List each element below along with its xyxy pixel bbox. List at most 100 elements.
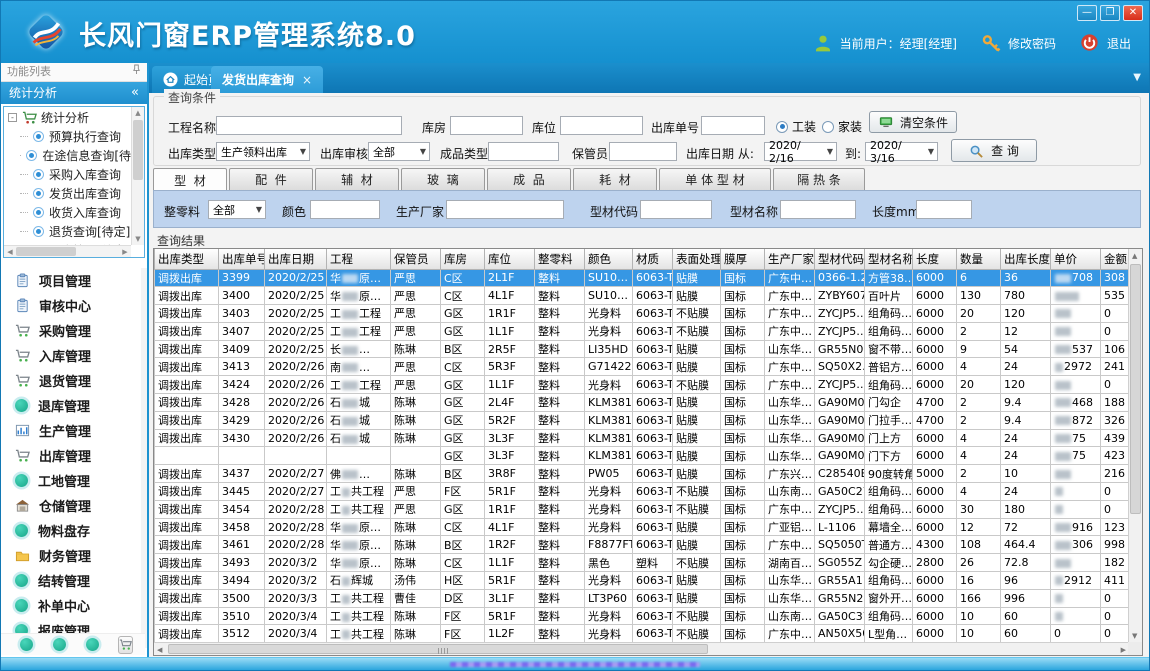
column-header[interactable]: 数量	[957, 249, 1001, 269]
sidebar-menu-item[interactable]: 退库管理	[1, 393, 145, 418]
sidebar-section-header[interactable]: 统计分析 «	[1, 82, 147, 104]
material-tab[interactable]: 玻 璃	[401, 168, 485, 190]
sidebar-menu-item[interactable]: 退货管理	[1, 368, 145, 393]
profile-code-input[interactable]	[640, 200, 712, 219]
warehouse-input[interactable]	[450, 116, 523, 135]
out-type-select[interactable]: 生产领料出库▼	[216, 142, 310, 161]
audit-select[interactable]: 全部▼	[368, 142, 430, 161]
material-tab[interactable]: 配 件	[229, 168, 313, 190]
column-header[interactable]: 出库类型	[155, 249, 219, 269]
keeper-input[interactable]	[609, 142, 677, 161]
tab-shipping-outbound-query[interactable]: 发货出库查询 ×	[211, 66, 323, 93]
table-row[interactable]: 调拨出库34582020/2/28华原…陈琳C区4L1F整料光身料6063-T5…	[155, 518, 1130, 536]
tab-overflow-icon[interactable]: ▼	[1133, 72, 1141, 83]
table-row[interactable]: 调拨出库34032020/2/25工工程严思G区1R1F整料光身料6063-T5…	[155, 305, 1130, 323]
column-header[interactable]: 颜色	[585, 249, 633, 269]
table-row[interactable]: 调拨出库34942020/3/2石辉城汤伟H区5R1F整料光身料6063-T5贴…	[155, 572, 1130, 590]
sidebar-menu-item[interactable]: 工地管理	[1, 468, 145, 493]
table-row[interactable]: 调拨出库34072020/2/25工工程严思G区1L1F整料光身料6063-T5…	[155, 322, 1130, 340]
material-tab[interactable]: 隔 热 条	[773, 168, 865, 190]
column-header[interactable]: 生产厂家	[765, 249, 815, 269]
location-input[interactable]	[560, 116, 643, 135]
cart-module-button[interactable]	[118, 636, 133, 654]
minimize-button[interactable]: —	[1077, 5, 1097, 21]
column-header[interactable]: 整零料	[535, 249, 585, 269]
column-header[interactable]: 金额	[1101, 249, 1130, 269]
vertical-scrollbar[interactable]: ▲ ▼	[1128, 249, 1142, 643]
tree-item[interactable]: 收货入库查询	[4, 203, 131, 222]
table-row[interactable]: 调拨出库34542020/2/28工共工程严思G区1R1F整料光身料6063-T…	[155, 500, 1130, 518]
table-row[interactable]: 调拨出库34282020/2/26石城陈琳G区2L4F整料KLM38176063…	[155, 394, 1130, 412]
column-header[interactable]: 型材代码	[815, 249, 865, 269]
column-header[interactable]: 单价	[1051, 249, 1101, 269]
project-name-input[interactable]	[216, 116, 402, 135]
column-header[interactable]: 型材名称	[865, 249, 913, 269]
profile-name-input[interactable]	[780, 200, 856, 219]
order-no-input[interactable]	[701, 116, 765, 135]
change-password-link[interactable]: 修改密码	[1008, 35, 1056, 52]
tab-close-icon[interactable]: ×	[302, 73, 312, 87]
tree-vertical-scrollbar[interactable]: ▲▼	[131, 107, 144, 245]
column-header[interactable]: 工程	[327, 249, 391, 269]
module-dot-icon[interactable]	[20, 638, 33, 651]
table-row[interactable]: 调拨出库34612020/2/28华原…陈琳B区1R2F整料F8877FT606…	[155, 536, 1130, 554]
date-from-picker[interactable]: 2020/ 2/16▼	[764, 142, 837, 161]
material-tab[interactable]: 耗 材	[573, 168, 657, 190]
collapse-icon[interactable]: «	[131, 82, 139, 104]
radio-gongzhuang[interactable]: 工装	[776, 118, 816, 135]
sidebar-menu-scrollbar[interactable]	[141, 268, 147, 648]
material-tab[interactable]: 型 材	[153, 168, 227, 191]
column-header[interactable]: 材质	[633, 249, 673, 269]
tree-horizontal-scrollbar[interactable]: ◀▶	[4, 245, 131, 257]
tree-item[interactable]: 在途信息查询[待	[4, 146, 131, 165]
table-row[interactable]: 调拨出库34302020/2/26石城陈琳G区3L3F整料KLM38176063…	[155, 429, 1130, 447]
module-dot-icon[interactable]	[53, 638, 66, 651]
table-row[interactable]: 调拨出库35102020/3/4工共工程陈琳F区5R1F整料光身料6063-T5…	[155, 607, 1130, 625]
sidebar-menu-item[interactable]: 出库管理	[1, 443, 145, 468]
material-tab[interactable]: 成 品	[487, 168, 571, 190]
sidebar-menu-item[interactable]: 补单中心	[1, 593, 145, 618]
table-row[interactable]: 调拨出库34932020/3/2华原…陈琳C区1L1F整料黑色塑料不贴膜国标湖南…	[155, 554, 1130, 572]
sidebar-menu-item[interactable]: 审核中心	[1, 293, 145, 318]
maximize-button[interactable]: ❐	[1100, 5, 1120, 21]
search-button[interactable]: 查 询	[951, 139, 1037, 162]
module-dot-icon[interactable]	[86, 638, 99, 651]
table-row[interactable]: 调拨出库34242020/2/26工工程严思G区1L1F整料光身料6063-T5…	[155, 376, 1130, 394]
tree-expand-icon[interactable]: -	[8, 113, 17, 122]
sidebar-menu-item[interactable]: 结转管理	[1, 568, 145, 593]
horizontal-scrollbar-thumb[interactable]	[168, 644, 708, 654]
radio-jiazhuang[interactable]: 家装	[822, 118, 862, 135]
tree-root-node[interactable]: - 统计分析	[4, 107, 131, 127]
tree-item[interactable]: 采购入库查询	[4, 165, 131, 184]
table-row[interactable]: 调拨出库34372020/2/27佛…陈琳B区3R8F整料PW056063-T5…	[155, 465, 1130, 483]
sidebar-menu-item[interactable]: 物料盘存	[1, 518, 145, 543]
table-row[interactable]: 调拨出库34132020/2/26南…严思C区5R3F整料G714226063-…	[155, 358, 1130, 376]
table-row[interactable]: 调拨出库34092020/2/25长…陈琳B区2R5F整料LI35HD6063-…	[155, 340, 1130, 358]
tree-item[interactable]: 预算执行查询	[4, 127, 131, 146]
column-header[interactable]: 表面处理	[673, 249, 721, 269]
tree-item[interactable]: 退货查询[待定]	[4, 222, 131, 241]
product-type-input[interactable]	[488, 142, 559, 161]
sidebar-menu-item[interactable]: 采购管理	[1, 318, 145, 343]
table-row[interactable]: 调拨出库34452020/2/27工共工程严思F区5R1F整料光身料6063-T…	[155, 483, 1130, 501]
tree-item[interactable]: 发货出库查询	[4, 184, 131, 203]
column-header[interactable]: 膜厚	[721, 249, 765, 269]
column-header[interactable]: 出库日期	[265, 249, 327, 269]
table-row[interactable]: 调拨出库34292020/2/26石城陈琳G区5R2F整料KLM38176063…	[155, 411, 1130, 429]
sidebar-menu-item[interactable]: 项目管理	[1, 268, 145, 293]
table-row[interactable]: 调拨出库35122020/3/4工共工程陈琳F区1L2F整料光身料6063-T5…	[155, 625, 1130, 643]
horizontal-scrollbar[interactable]: ◀ ▶	[154, 642, 1129, 655]
table-row[interactable]: G区3L3F整料KLM38176063-T5贴膜国标山东华…GA90M09.门下…	[155, 447, 1130, 465]
table-row[interactable]: 调拨出库34002020/2/25华原…严思C区4L1F整料SU10…6063-…	[155, 287, 1130, 305]
whole-piece-select[interactable]: 全部▼	[208, 200, 266, 219]
column-header[interactable]: 库位	[485, 249, 535, 269]
table-row[interactable]: 调拨出库33992020/2/25华原…严思C区2L1F整料SU10…6063-…	[155, 269, 1130, 287]
column-header[interactable]: 长度	[913, 249, 957, 269]
column-header[interactable]: 保管员	[391, 249, 441, 269]
clear-conditions-button[interactable]: 清空条件	[869, 111, 957, 133]
manufacturer-input[interactable]	[446, 200, 564, 219]
logout-link[interactable]: 退出	[1107, 35, 1131, 52]
color-input[interactable]	[310, 200, 380, 219]
vertical-scrollbar-thumb[interactable]	[1130, 264, 1141, 514]
material-tab[interactable]: 辅 材	[315, 168, 399, 190]
